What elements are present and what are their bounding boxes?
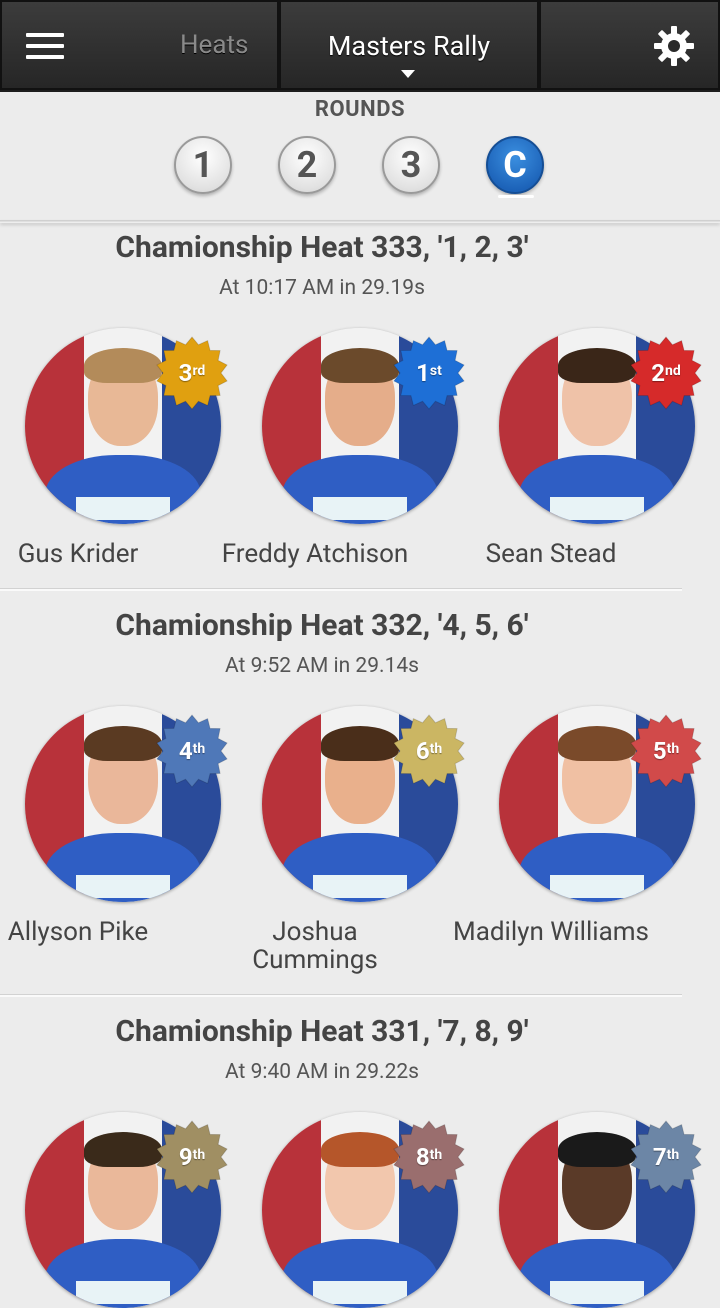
heat-subtitle: At 9:40 AM in 29.22s (224, 1060, 420, 1084)
place-badge-icon: 7th (629, 1120, 703, 1194)
racer-number-card (312, 1280, 408, 1305)
racer-name[interactable]: Allyson Pike (0, 918, 196, 946)
racer-name[interactable]: Gus Krider (0, 540, 196, 568)
racer-name[interactable]: Joshua Cummings (235, 918, 395, 974)
racer-hair (557, 347, 637, 383)
round-championship-button[interactable]: C (486, 136, 544, 198)
top-bar: Heats Masters Rally (0, 0, 720, 92)
place-label: 3rd (155, 336, 229, 410)
place-label: 8th (392, 1120, 466, 1194)
heat-divider (0, 588, 682, 591)
place-badge-icon: 4th (155, 714, 229, 788)
place-suffix: th (666, 741, 680, 757)
place-badge-icon: 8th (392, 1120, 466, 1194)
racer-number-card (75, 874, 171, 899)
rounds-divider (0, 220, 720, 223)
racer-hair (83, 1131, 163, 1167)
place-number: 1 (416, 359, 430, 387)
place-label: 9th (155, 1120, 229, 1194)
place-suffix: th (192, 1147, 206, 1163)
rounds-title: ROUNDS (314, 97, 406, 122)
place-badge-icon: 6th (392, 714, 466, 788)
place-suffix: st (429, 363, 442, 379)
heat-divider (0, 994, 682, 997)
place-badge-icon: 9th (155, 1120, 229, 1194)
racer-number-card (312, 496, 408, 521)
place-number: 4 (178, 737, 193, 765)
rally-title[interactable]: Masters Rally (279, 30, 539, 62)
racer-hair (557, 725, 637, 761)
place-number: 9 (178, 1143, 193, 1171)
place-suffix: rd (192, 363, 206, 379)
heat-title: Chamionship Heat 332, '4, 5, 6' (115, 608, 529, 643)
place-badge-icon: 2nd (629, 336, 703, 410)
place-suffix: th (429, 741, 443, 757)
place-badge-icon: 1st (392, 336, 466, 410)
place-badge-icon: 3rd (155, 336, 229, 410)
place-number: 5 (652, 737, 667, 765)
hamburger-icon[interactable] (26, 33, 64, 59)
place-label: 7th (629, 1120, 703, 1194)
gear-icon[interactable] (652, 24, 696, 68)
place-number: 7 (652, 1143, 667, 1171)
place-suffix: th (666, 1147, 680, 1163)
place-label: 1st (392, 336, 466, 410)
place-suffix: th (429, 1147, 443, 1163)
racer-hair (320, 725, 400, 761)
place-number: 2 (651, 359, 666, 387)
racer-hair (83, 347, 163, 383)
place-number: 6 (415, 737, 430, 765)
chevron-down-icon[interactable] (401, 70, 415, 78)
place-number: 8 (415, 1143, 430, 1171)
round-1-button[interactable]: 1 (174, 136, 232, 194)
place-label: 4th (155, 714, 229, 788)
racer-name[interactable]: Madilyn Williams (433, 918, 669, 946)
heat-subtitle: At 10:17 AM in 29.19s (219, 276, 425, 300)
racer-name[interactable]: Sean Stead (433, 540, 669, 568)
racer-number-card (75, 1280, 171, 1305)
heats-tab-label[interactable]: Heats (180, 30, 248, 60)
racer-hair (320, 347, 400, 383)
racer-number-card (549, 1280, 645, 1305)
heat-title: Chamionship Heat 333, '1, 2, 3' (115, 230, 529, 265)
round-3-button[interactable]: 3 (382, 136, 440, 194)
place-suffix: nd (665, 363, 681, 379)
place-suffix: th (192, 741, 206, 757)
racer-number-card (549, 874, 645, 899)
racer-number-card (312, 874, 408, 899)
heat-title: Chamionship Heat 331, '7, 8, 9' (115, 1014, 529, 1049)
heat-subtitle: At 9:52 AM in 29.14s (224, 654, 420, 678)
racer-hair (557, 1131, 637, 1167)
racer-number-card (549, 496, 645, 521)
place-label: 2nd (629, 336, 703, 410)
racer-number-card (75, 496, 171, 521)
racer-hair (320, 1131, 400, 1167)
place-label: 5th (629, 714, 703, 788)
racer-name[interactable]: Freddy Atchison (197, 540, 433, 568)
round-2-button[interactable]: 2 (278, 136, 336, 194)
racer-hair (83, 725, 163, 761)
place-badge-icon: 5th (629, 714, 703, 788)
place-label: 6th (392, 714, 466, 788)
place-number: 3 (178, 359, 193, 387)
